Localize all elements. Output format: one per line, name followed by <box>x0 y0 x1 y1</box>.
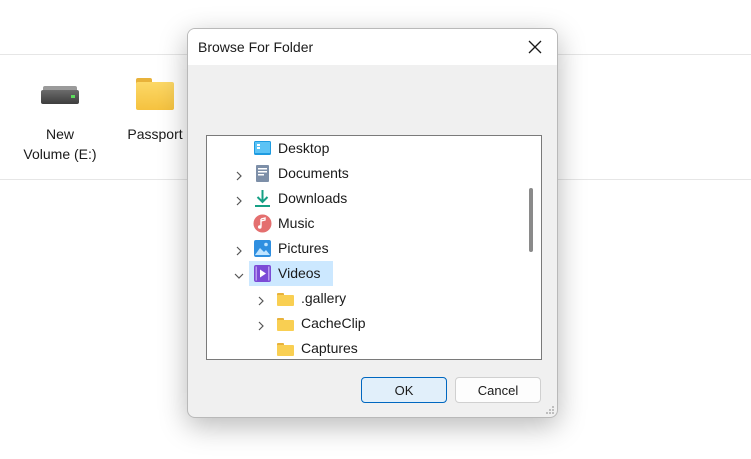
chevron-right-icon[interactable] <box>234 168 244 181</box>
folder-icon <box>135 72 175 110</box>
tree-item-label: Pictures <box>278 240 329 256</box>
tree-item-label: CacheClip <box>301 315 366 331</box>
drive-label: New Volume (E:) <box>23 126 97 162</box>
tree-item-gallery[interactable]: .gallery <box>207 286 521 311</box>
chevron-right-icon[interactable] <box>256 318 266 331</box>
resize-grip-icon[interactable] <box>545 405 555 415</box>
browse-for-folder-dialog: Browse For Folder Desktop Documents Downlo… <box>187 28 558 418</box>
drive-item-new-volume[interactable]: New Volume (E:) <box>5 72 115 164</box>
tree-item-downloads[interactable]: Downloads <box>207 186 521 211</box>
cancel-button[interactable]: Cancel <box>455 377 541 403</box>
desktop-icon <box>253 139 272 158</box>
tree-item-label: Videos <box>278 265 321 281</box>
scrollbar-thumb[interactable] <box>529 188 533 252</box>
close-icon <box>528 40 542 54</box>
folder-icon <box>276 314 295 333</box>
chevron-down-icon[interactable] <box>234 268 244 279</box>
tree-item-label: Music <box>278 215 315 231</box>
tree-item-label: .gallery <box>301 290 347 306</box>
dialog-titlebar[interactable]: Browse For Folder <box>188 29 557 65</box>
documents-icon <box>253 164 272 183</box>
tree-item-desktop[interactable]: Desktop <box>207 136 521 161</box>
folder-icon <box>276 339 295 358</box>
pictures-icon <box>253 239 272 258</box>
music-icon <box>253 214 272 233</box>
chevron-right-icon[interactable] <box>234 243 244 256</box>
tree-item-label: Documents <box>278 165 349 181</box>
chevron-right-icon[interactable] <box>234 193 244 206</box>
tree-scrollbar[interactable] <box>521 136 541 359</box>
tree-item-captures[interactable]: Captures <box>207 336 521 359</box>
dialog-title: Browse For Folder <box>198 39 314 55</box>
chevron-right-icon[interactable] <box>256 293 266 306</box>
ok-button[interactable]: OK <box>361 377 447 403</box>
downloads-icon <box>253 189 272 208</box>
tree-item-videos[interactable]: Videos <box>207 261 521 286</box>
tree-item-label: Captures <box>301 340 358 356</box>
videos-icon <box>253 264 272 283</box>
tree-item-label: Downloads <box>278 190 348 206</box>
tree-item-cacheclip[interactable]: CacheClip <box>207 311 521 336</box>
tree-item-documents[interactable]: Documents <box>207 161 521 186</box>
close-button[interactable] <box>513 29 557 65</box>
tree-item-music[interactable]: Music <box>207 211 521 236</box>
tree-item-label: Desktop <box>278 140 330 156</box>
folder-icon <box>276 289 295 308</box>
drive-icon <box>40 72 80 110</box>
folder-tree[interactable]: Desktop Documents Downloads Music Pictures Vi… <box>206 135 542 360</box>
tree-item-pictures[interactable]: Pictures <box>207 236 521 261</box>
